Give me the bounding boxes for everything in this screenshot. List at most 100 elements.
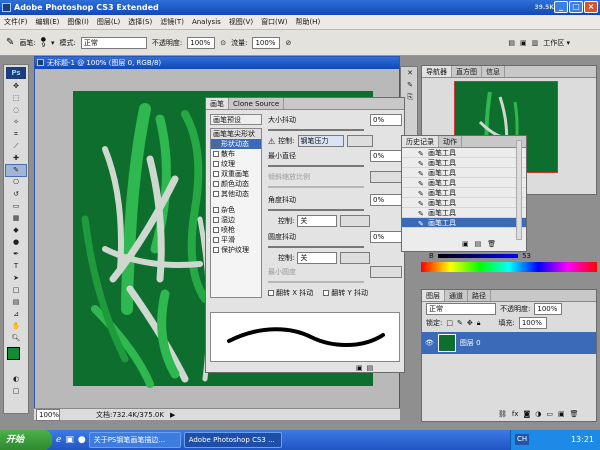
- healing-brush-tool-icon[interactable]: ✚: [6, 153, 26, 164]
- option-dual-brush[interactable]: 双重画笔: [211, 169, 261, 179]
- bridge-icon[interactable]: ▥: [532, 39, 539, 47]
- option-scattering[interactable]: 散布: [211, 149, 261, 159]
- link-icon[interactable]: ⛓︎: [498, 410, 507, 418]
- dodge-tool-icon[interactable]: ●: [6, 237, 26, 248]
- stamp-tool-icon[interactable]: ⎔: [6, 177, 26, 188]
- color-swatches[interactable]: [6, 346, 26, 372]
- history-item[interactable]: ✎ 画笔工具: [402, 188, 526, 198]
- control-select[interactable]: 钢笔压力: [297, 135, 344, 147]
- checkbox[interactable]: [213, 171, 219, 177]
- brush-tool-icon[interactable]: ✎: [6, 37, 14, 48]
- shape-tool-icon[interactable]: □: [6, 285, 26, 296]
- new-snapshot-icon[interactable]: ▣: [462, 240, 469, 248]
- brush-tool-icon[interactable]: ✎: [5, 164, 27, 177]
- menu-window[interactable]: 窗口(W): [261, 17, 287, 27]
- brush-palette-icon[interactable]: ▤: [508, 39, 515, 47]
- angle-jitter-field[interactable]: 0%: [370, 194, 402, 206]
- menu-analysis[interactable]: Analysis: [192, 18, 221, 26]
- mode-select[interactable]: 正常: [80, 36, 147, 49]
- fx-icon[interactable]: fx: [512, 410, 519, 418]
- checkbox[interactable]: [268, 289, 274, 296]
- brush-presets-button[interactable]: 画笔预设: [210, 114, 262, 125]
- new-brush-icon[interactable]: ▣: [356, 364, 363, 372]
- option-shape-dynamics[interactable]: 形状动态: [211, 139, 261, 149]
- eyedropper-tool-icon[interactable]: ⊿: [6, 309, 26, 320]
- maximize-icon[interactable]: □: [569, 1, 583, 13]
- history-item[interactable]: ✎ 画笔工具: [402, 168, 526, 178]
- pen-tool-icon[interactable]: ✒: [6, 249, 26, 260]
- tab-clone-source[interactable]: Clone Source: [229, 98, 285, 109]
- checkbox[interactable]: [213, 227, 219, 233]
- history-scrollbar[interactable]: [516, 140, 522, 240]
- workspace-menu[interactable]: 工作区 ▾: [543, 38, 570, 48]
- angle-control-select[interactable]: 关: [297, 215, 338, 227]
- option-airbrush[interactable]: 喷枪: [211, 225, 261, 235]
- type-tool-icon[interactable]: T: [6, 261, 26, 272]
- history-item[interactable]: ✎ 画笔工具: [402, 148, 526, 158]
- clone-source-dock-icon[interactable]: ⎘: [403, 92, 417, 103]
- group-icon[interactable]: ▭: [546, 410, 553, 418]
- layer-opacity-field[interactable]: 100%: [534, 303, 563, 315]
- path-select-tool-icon[interactable]: ➤: [6, 273, 26, 284]
- chevron-down-icon[interactable]: ▾: [51, 39, 55, 47]
- checkbox[interactable]: [213, 161, 219, 167]
- tab-history[interactable]: 历史记录: [402, 136, 439, 147]
- lock-transparency-icon[interactable]: □: [446, 319, 453, 327]
- flow-field[interactable]: 100%: [252, 36, 281, 49]
- taskbar-item-browser[interactable]: 关于PS钢笔画笔描边...: [88, 432, 181, 448]
- menu-file[interactable]: 文件(F): [4, 17, 28, 27]
- zoom-field[interactable]: 100%: [36, 408, 60, 421]
- history-item[interactable]: ✎ 画笔工具: [402, 208, 526, 218]
- tab-channels[interactable]: 通道: [445, 290, 468, 301]
- size-jitter-slider[interactable]: [268, 129, 364, 131]
- checkbox[interactable]: [213, 191, 219, 197]
- status-arrow-icon[interactable]: ▶: [170, 411, 175, 419]
- checkbox[interactable]: [213, 151, 219, 157]
- size-jitter-field[interactable]: 0%: [370, 114, 402, 126]
- checkbox[interactable]: [213, 217, 219, 223]
- brush-preset-picker[interactable]: ● 9: [41, 36, 46, 49]
- eraser-tool-icon[interactable]: ▭: [6, 201, 26, 212]
- tab-actions[interactable]: 动作: [439, 136, 462, 147]
- angle-jitter-slider[interactable]: [268, 209, 364, 211]
- opacity-field[interactable]: 100%: [187, 36, 216, 49]
- option-texture[interactable]: 纹理: [211, 159, 261, 169]
- lock-pixels-icon[interactable]: ✎: [457, 319, 463, 327]
- gradient-tool-icon[interactable]: ▦: [6, 213, 26, 224]
- tab-brushes[interactable]: 画笔: [206, 98, 229, 109]
- menu-select[interactable]: 选择(S): [128, 17, 152, 27]
- color-ramp[interactable]: [421, 262, 597, 272]
- close-icon[interactable]: ×: [584, 1, 598, 13]
- quicklaunch-ie-icon[interactable]: ℯ: [56, 435, 61, 445]
- option-noise[interactable]: 杂色: [211, 205, 261, 215]
- menu-layer[interactable]: 图层(L): [97, 17, 120, 27]
- history-brush-tool-icon[interactable]: ↺: [6, 189, 26, 200]
- crop-tool-icon[interactable]: ⌗: [6, 129, 26, 140]
- checkbox[interactable]: [213, 237, 219, 243]
- blur-tool-icon[interactable]: ◆: [6, 225, 26, 236]
- option-wet-edges[interactable]: 湿边: [211, 215, 261, 225]
- menu-edit[interactable]: 编辑(E): [36, 17, 60, 27]
- menu-help[interactable]: 帮助(H): [295, 17, 320, 27]
- new-layer-icon[interactable]: ▣: [558, 410, 565, 418]
- flip-y-checkbox[interactable]: 翻转 Y 抖动: [323, 288, 368, 298]
- lasso-tool-icon[interactable]: ◌: [6, 105, 26, 116]
- option-smoothing[interactable]: 平滑: [211, 235, 261, 245]
- layer-row[interactable]: 👁︎ 图层 0: [422, 332, 596, 354]
- marquee-tool-icon[interactable]: ⬚: [6, 93, 26, 104]
- ime-indicator[interactable]: CH: [515, 434, 530, 445]
- menu-view[interactable]: 视图(V): [229, 17, 253, 27]
- layer-name[interactable]: 图层 0: [460, 338, 481, 348]
- tab-paths[interactable]: 路径: [468, 290, 491, 301]
- option-color-dynamics[interactable]: 颜色动态: [211, 179, 261, 189]
- delete-brush-icon[interactable]: ▤: [367, 364, 374, 372]
- move-tool-icon[interactable]: ✥: [6, 81, 26, 92]
- flip-x-checkbox[interactable]: 翻转 X 抖动: [268, 288, 313, 298]
- zoom-tool-icon[interactable]: 🔍︎: [6, 333, 26, 344]
- eye-icon[interactable]: 👁︎: [425, 339, 434, 347]
- option-brush-tip-shape[interactable]: 画笔笔尖形状: [211, 129, 261, 139]
- hand-tool-icon[interactable]: ✋: [6, 321, 26, 332]
- history-item[interactable]: ✎ 画笔工具: [402, 178, 526, 188]
- history-item[interactable]: ✎ 画笔工具: [402, 158, 526, 168]
- tab-navigator[interactable]: 导航器: [422, 66, 452, 77]
